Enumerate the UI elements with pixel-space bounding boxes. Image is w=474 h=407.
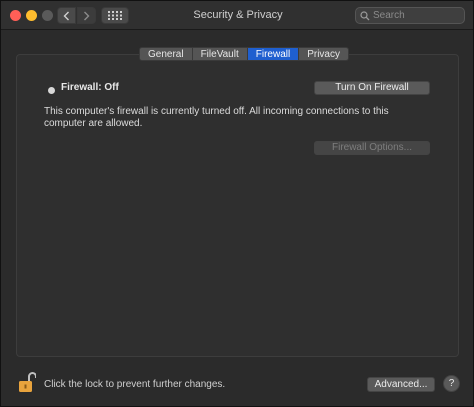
advanced-button[interactable]: Advanced... bbox=[367, 377, 435, 392]
search-icon bbox=[360, 10, 370, 20]
show-all-button[interactable] bbox=[101, 7, 129, 24]
tab-filevault[interactable]: FileVault bbox=[192, 47, 248, 61]
title-bar: Security & Privacy bbox=[1, 1, 473, 30]
firewall-status-label: Firewall: Off bbox=[61, 82, 119, 93]
close-window-button[interactable] bbox=[10, 10, 21, 21]
preferences-window: Security & Privacy General FileVault Fir… bbox=[0, 0, 474, 407]
chevron-right-icon bbox=[84, 11, 90, 20]
window-title: Security & Privacy bbox=[193, 9, 283, 21]
firewall-panel: Firewall: Off Turn On Firewall This comp… bbox=[16, 54, 459, 357]
grid-icon bbox=[108, 11, 122, 20]
turn-on-firewall-button[interactable]: Turn On Firewall bbox=[314, 81, 430, 95]
firewall-status-indicator bbox=[48, 87, 55, 94]
unlocked-lock-icon[interactable] bbox=[18, 371, 36, 393]
back-button[interactable] bbox=[57, 7, 76, 24]
zoom-window-button[interactable] bbox=[42, 10, 53, 21]
firewall-options-button[interactable]: Firewall Options... bbox=[314, 141, 430, 155]
firewall-description: This computer's firewall is currently tu… bbox=[44, 106, 389, 129]
tab-bar: General FileVault Firewall Privacy bbox=[139, 47, 349, 61]
tab-firewall[interactable]: Firewall bbox=[247, 47, 300, 61]
help-button[interactable]: ? bbox=[443, 375, 460, 392]
chevron-left-icon bbox=[63, 11, 69, 20]
minimize-window-button[interactable] bbox=[26, 10, 37, 21]
search-field[interactable] bbox=[355, 7, 465, 24]
search-input[interactable] bbox=[373, 10, 459, 21]
tab-general[interactable]: General bbox=[139, 47, 193, 61]
forward-button[interactable] bbox=[77, 7, 96, 24]
tab-privacy[interactable]: Privacy bbox=[299, 47, 349, 61]
lock-message: Click the lock to prevent further change… bbox=[44, 379, 226, 390]
